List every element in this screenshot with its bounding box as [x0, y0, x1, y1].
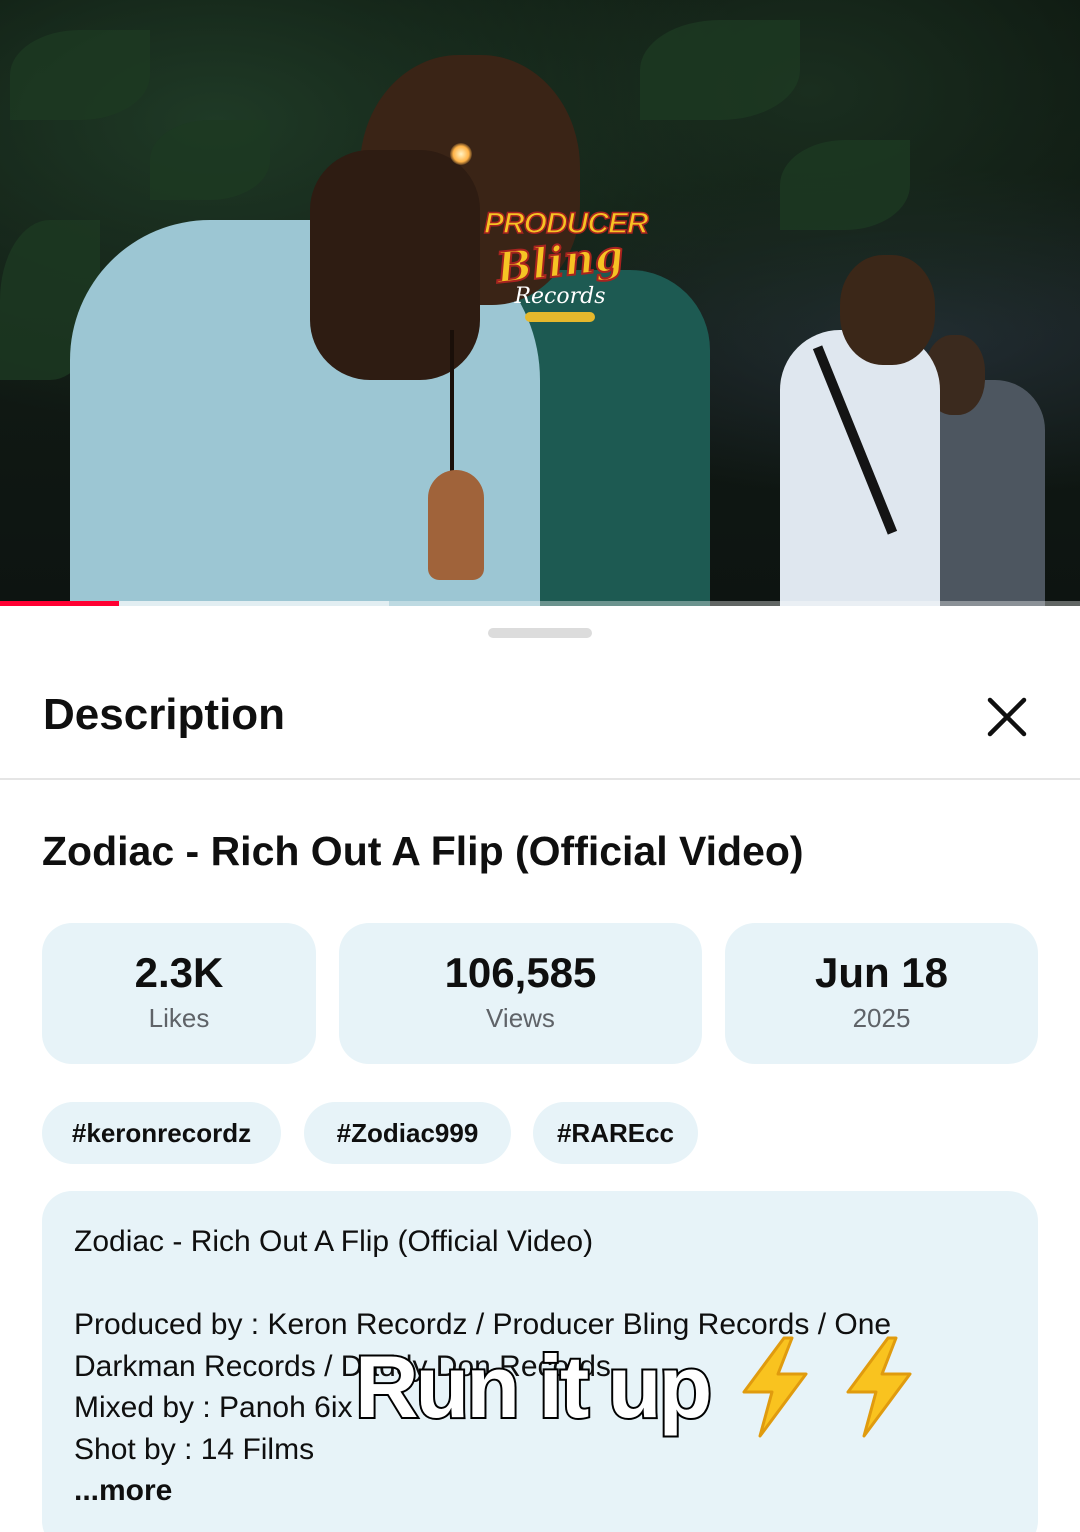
description-spacer: [74, 1263, 1006, 1305]
high-voltage-icon: [846, 1336, 912, 1438]
high-voltage-icon: [742, 1336, 808, 1438]
foliage: [780, 140, 910, 230]
close-button[interactable]: [982, 692, 1032, 742]
chain-icon: [525, 312, 595, 322]
foliage: [10, 30, 150, 120]
hashtag-chip[interactable]: #keronrecordz: [42, 1102, 281, 1164]
stat-value: 2.3K: [134, 949, 224, 996]
hashtag-chip[interactable]: #RAREcc: [533, 1102, 698, 1164]
overlay-caption: Run it up: [353, 1332, 918, 1442]
stat-likes: 2.3K Likes: [42, 923, 316, 1064]
description-title-line: Zodiac - Rich Out A Flip (Official Video…: [74, 1225, 594, 1258]
close-icon: [987, 697, 1027, 737]
video-title: Zodiac - Rich Out A Flip (Official Video…: [42, 828, 804, 874]
stat-views: 106,585 Views: [339, 923, 702, 1064]
lighter-flame: [450, 143, 472, 165]
foliage: [150, 120, 270, 200]
background-person-head: [840, 255, 935, 365]
necklace-pendant: [428, 470, 484, 580]
drag-handle[interactable]: [488, 628, 592, 638]
stat-value: Jun 18: [814, 949, 949, 996]
more-link[interactable]: ...more: [74, 1470, 1006, 1512]
hashtag-chip[interactable]: #Zodiac999: [304, 1102, 511, 1164]
main-person-hand: [310, 150, 480, 380]
overlay-caption-text: Run it up: [353, 1335, 714, 1438]
stat-label: 2025: [852, 1003, 911, 1033]
stat-label: Views: [486, 1003, 555, 1033]
watermark-line2: Bling: [493, 229, 627, 293]
sheet-title: Description: [43, 690, 286, 739]
video-player[interactable]: PRODUCER Bling Records: [0, 0, 1080, 606]
header-divider: [0, 778, 1080, 780]
watermark-logo: PRODUCER Bling Records: [483, 207, 649, 348]
stat-date: Jun 18 2025: [725, 923, 1038, 1064]
stat-value: 106,585: [444, 949, 597, 996]
stat-label: Likes: [148, 1003, 210, 1033]
necklace-cord: [450, 330, 454, 480]
foliage: [640, 20, 800, 120]
